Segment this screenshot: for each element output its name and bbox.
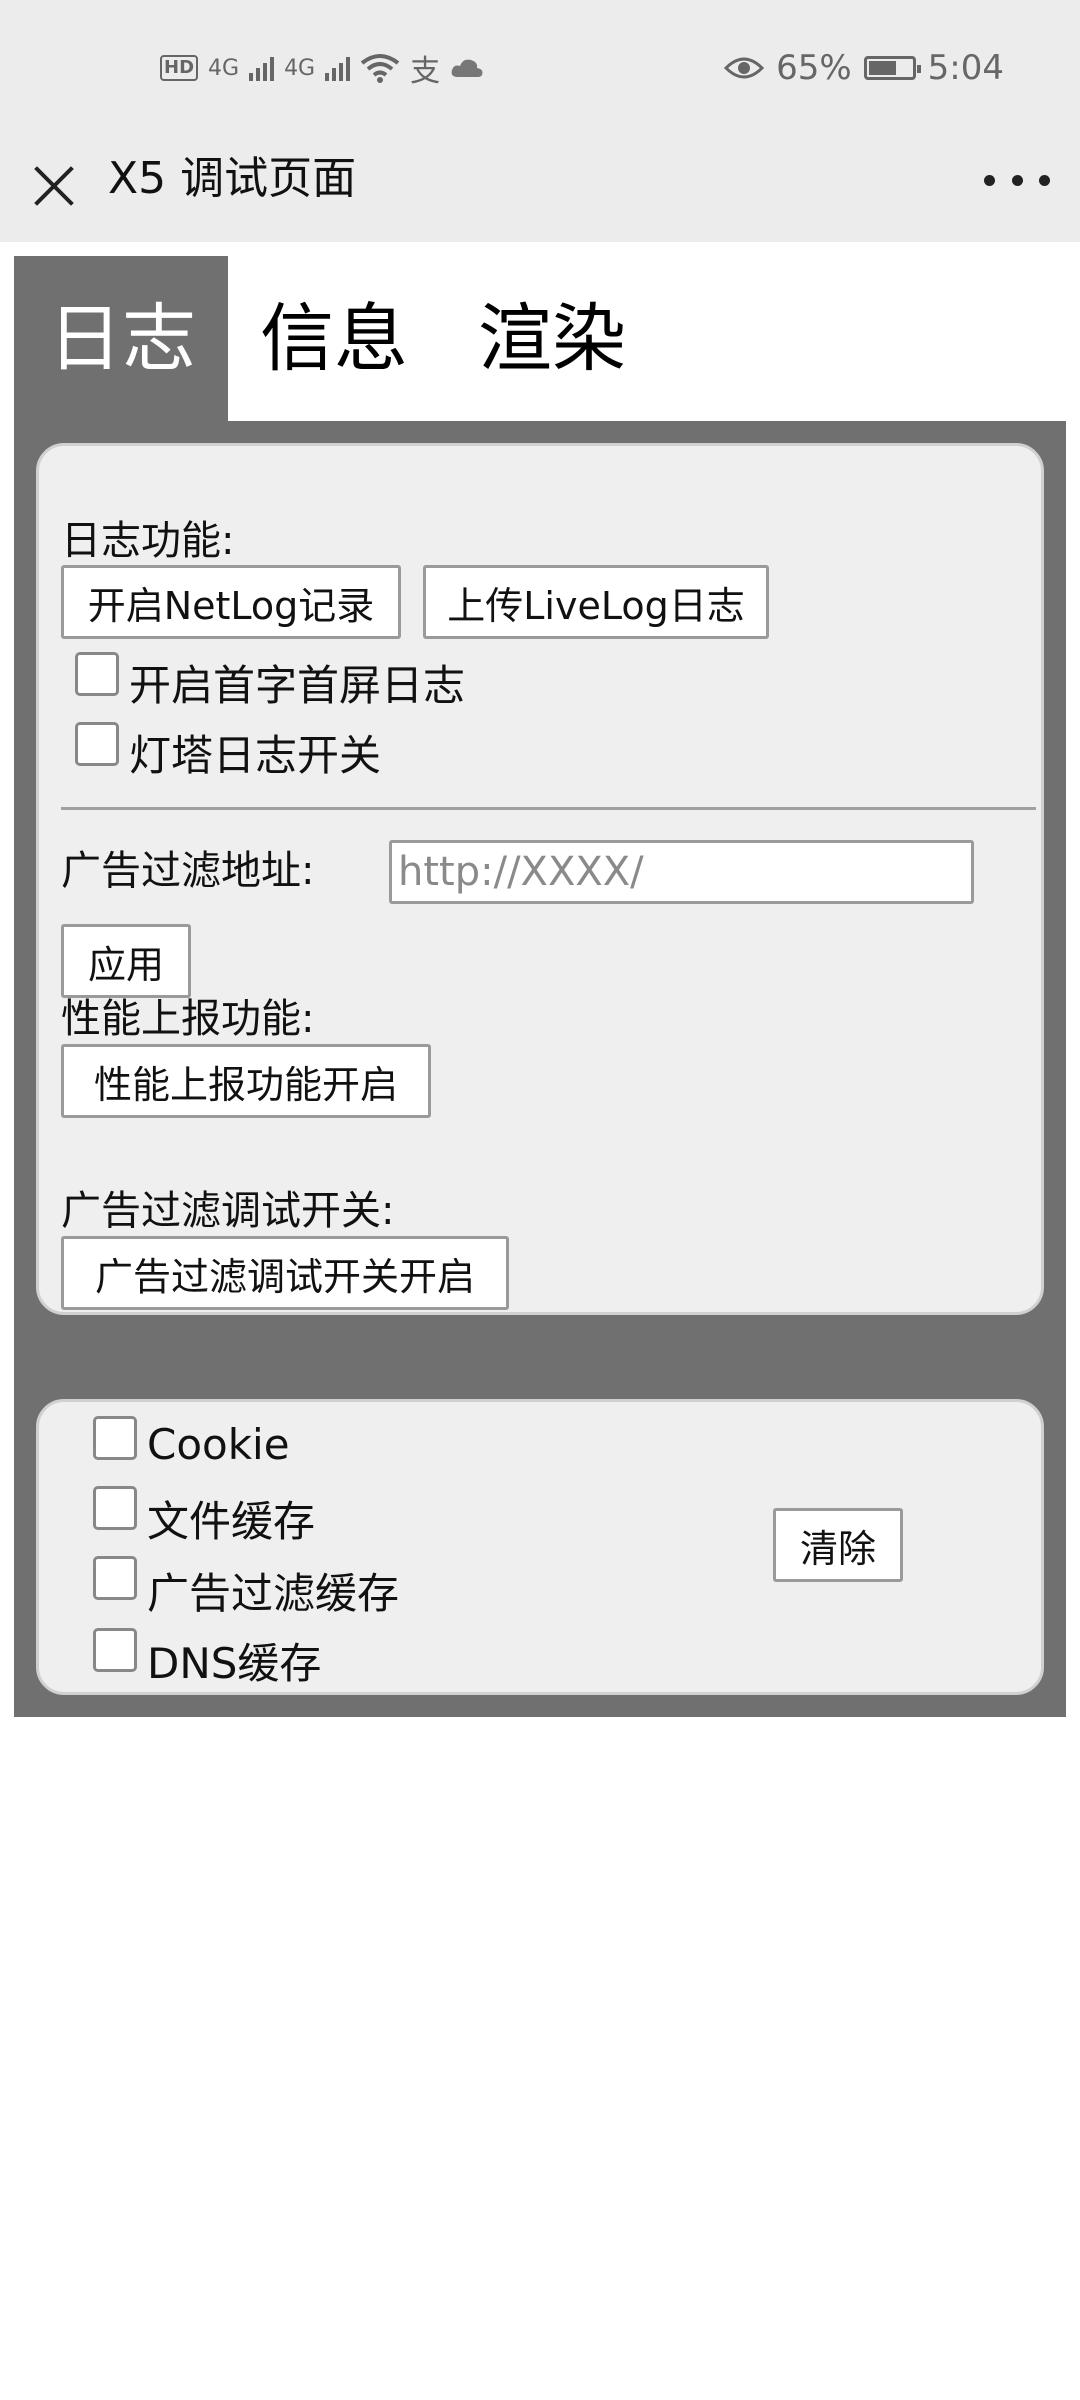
netlog-button[interactable]: 开启NetLog记录 (61, 565, 401, 639)
log-section-title: 日志功能: (61, 518, 235, 564)
perf-report-label: 性能上报功能: (61, 996, 315, 1042)
file-cache-label: 文件缓存 (147, 1497, 316, 1546)
cookie-checkbox[interactable] (93, 1416, 137, 1460)
tab-bar: 日志 信息 渲染 (14, 256, 662, 422)
wifi-icon (360, 54, 400, 83)
first-screen-log-label: 开启首字首屏日志 (129, 661, 466, 710)
first-screen-log-checkbox[interactable] (75, 652, 119, 696)
clear-button[interactable]: 清除 (773, 1508, 903, 1582)
ad-filter-cache-label: 广告过滤缓存 (147, 1569, 400, 1618)
ad-debug-label: 广告过滤调试开关: (61, 1188, 395, 1234)
eye-icon (724, 57, 765, 79)
signal-icon (325, 55, 351, 81)
upload-livelog-button[interactable]: 上传LiveLog日志 (423, 565, 769, 639)
ad-debug-enable-button[interactable]: 广告过滤调试开关开启 (61, 1236, 509, 1310)
signal-icon (249, 55, 275, 81)
tab-info[interactable]: 信息 (228, 256, 444, 422)
tab-log[interactable]: 日志 (14, 256, 228, 422)
clock-time: 5:04 (927, 48, 1004, 88)
file-cache-checkbox[interactable] (93, 1486, 137, 1530)
tab-content-panel: 日志功能: 开启NetLog记录 上传LiveLog日志 开启首字首屏日志 灯塔… (14, 421, 1066, 1717)
status-left: HD 4G 4G 支 (160, 48, 484, 89)
more-options-icon[interactable] (984, 160, 1050, 200)
perf-report-enable-button[interactable]: 性能上报功能开启 (61, 1044, 431, 1118)
lighthouse-log-label: 灯塔日志开关 (129, 731, 382, 780)
status-right: 65% 5:04 (724, 44, 1004, 92)
settings-card: 日志功能: 开启NetLog记录 上传LiveLog日志 开启首字首屏日志 灯塔… (36, 443, 1044, 1315)
title-bar: X5 调试页面 (0, 140, 1080, 242)
ad-filter-cache-checkbox[interactable] (93, 1556, 137, 1600)
cookie-label: Cookie (147, 1420, 290, 1469)
signal-label-1: 4G (208, 55, 240, 81)
page-title: X5 调试页面 (108, 153, 357, 204)
signal-label-2: 4G (284, 55, 316, 81)
ad-filter-url-input[interactable] (389, 840, 974, 904)
dns-cache-checkbox[interactable] (93, 1628, 137, 1672)
battery-icon (863, 56, 921, 80)
cloud-icon (451, 59, 483, 77)
ad-filter-label: 广告过滤地址: (61, 848, 315, 894)
status-bar: HD 4G 4G 支 65% 5:04 (0, 0, 1080, 140)
lighthouse-log-checkbox[interactable] (75, 722, 119, 766)
tab-render[interactable]: 渲染 (444, 256, 662, 422)
section-divider (61, 807, 1036, 810)
dns-cache-label: DNS缓存 (147, 1639, 322, 1688)
alipay-icon: 支 (410, 54, 441, 89)
close-icon[interactable] (26, 158, 82, 214)
hd-icon: HD (160, 55, 199, 81)
battery-percent: 65% (776, 48, 852, 88)
clear-cache-card: Cookie 文件缓存 广告过滤缓存 DNS缓存 清除 (36, 1399, 1044, 1695)
